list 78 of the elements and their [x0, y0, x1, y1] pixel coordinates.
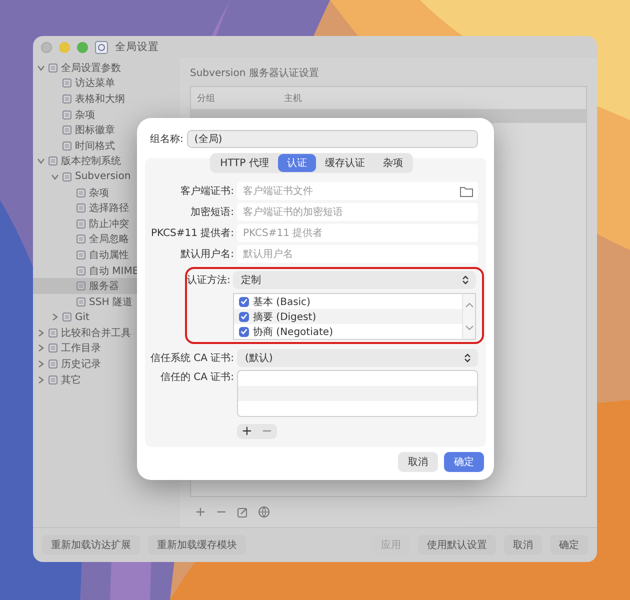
- field-label: PKCS#11 提供者:: [150, 226, 234, 240]
- page-icon: [48, 328, 58, 338]
- page-icon: [62, 312, 72, 322]
- field-label: 认证方法:: [187, 274, 230, 287]
- field-label: 组名称:: [150, 133, 184, 146]
- checkbox[interactable]: [239, 312, 249, 322]
- page-icon: [48, 374, 58, 385]
- certificate-list[interactable]: [237, 370, 478, 417]
- footer-button[interactable]: 重新加载缓存模块: [148, 535, 246, 555]
- text-field[interactable]: PKCS#11 提供者: [237, 224, 478, 242]
- footer-button[interactable]: 使用默认设置: [418, 535, 496, 555]
- tab[interactable]: 杂项: [374, 154, 412, 172]
- field-label: 信任系统 CA 证书:: [149, 352, 234, 365]
- zoom-button[interactable]: [77, 42, 88, 52]
- page-icon: [62, 140, 72, 151]
- footer-button[interactable]: 确定: [550, 535, 588, 555]
- sidebar-item[interactable]: 杂项: [33, 106, 180, 122]
- toolbar-button[interactable]: −: [216, 504, 227, 520]
- tab[interactable]: HTTP 代理: [211, 154, 278, 172]
- popup-button[interactable]: (默认): [237, 349, 478, 367]
- page-icon: [76, 296, 86, 307]
- text-field[interactable]: 默认用户名: [237, 245, 478, 263]
- field-label: 加密短语:: [190, 206, 234, 219]
- dialog-button[interactable]: 确定: [444, 452, 484, 472]
- field-label: 信任的 CA 证书:: [159, 370, 234, 384]
- sidebar-item[interactable]: 全局设置参数: [33, 60, 180, 76]
- page-icon: [76, 218, 86, 229]
- updown-icon: [462, 275, 469, 285]
- footer-button[interactable]: 取消: [504, 535, 542, 555]
- sidebar-item[interactable]: 表格和大纲: [33, 91, 180, 107]
- toolbar-button[interactable]: +: [195, 504, 206, 520]
- page-icon: [48, 359, 58, 370]
- group-name-field[interactable]: (全局): [187, 130, 478, 148]
- page-icon: [62, 110, 72, 120]
- panel-title: Subversion 服务器认证设置: [190, 66, 320, 80]
- page-icon: [76, 203, 86, 214]
- page-icon: [76, 281, 86, 292]
- dialog-button[interactable]: 取消: [398, 452, 438, 472]
- sidebar-item[interactable]: 访达菜单: [33, 76, 180, 92]
- page-icon: [48, 62, 58, 73]
- chevron-icon[interactable]: [37, 64, 45, 72]
- globe-icon[interactable]: [258, 506, 270, 518]
- footer-button[interactable]: 重新加载访达扩展: [42, 535, 140, 555]
- method-checkbox[interactable]: 摘要 (Digest): [234, 309, 462, 324]
- text-field[interactable]: 客户端证书的加密短语: [237, 203, 478, 221]
- edit-icon[interactable]: [236, 506, 248, 518]
- page-icon: [76, 188, 86, 198]
- method-checkbox[interactable]: 基本 (Basic): [234, 294, 462, 309]
- list-button[interactable]: −: [257, 424, 277, 439]
- list-button[interactable]: +: [237, 424, 257, 439]
- chevron-down-icon[interactable]: [464, 324, 474, 331]
- page-icon: [62, 125, 72, 136]
- page-icon: [62, 172, 72, 182]
- field-label: 默认用户名:: [180, 248, 234, 261]
- text-field[interactable]: 客户端证书文件: [237, 182, 478, 200]
- close-button[interactable]: [41, 42, 52, 52]
- page-icon: [48, 343, 58, 354]
- page-icon: [76, 250, 86, 260]
- method-checkbox[interactable]: 协商 (Negotiate): [234, 324, 462, 339]
- tab[interactable]: 认证: [278, 154, 316, 172]
- page-icon: [62, 78, 72, 88]
- app-icon: [95, 40, 108, 54]
- window-title: 全局设置: [115, 40, 159, 54]
- chevron-up-icon[interactable]: [464, 302, 474, 308]
- checkbox[interactable]: [239, 296, 249, 306]
- column-header[interactable]: 主机: [284, 92, 371, 104]
- page-icon: [62, 94, 72, 104]
- folder-icon[interactable]: [460, 186, 473, 197]
- stepper[interactable]: [462, 294, 475, 339]
- updown-icon: [464, 353, 471, 363]
- field-label: 客户端证书:: [180, 184, 234, 198]
- page-icon: [76, 266, 86, 276]
- tab[interactable]: 缓存认证: [316, 154, 374, 172]
- page-icon: [48, 156, 58, 166]
- popup-button[interactable]: 定制: [233, 271, 476, 289]
- column-header[interactable]: 分组: [197, 92, 284, 104]
- page-icon: [76, 234, 86, 244]
- checkbox[interactable]: [239, 326, 249, 336]
